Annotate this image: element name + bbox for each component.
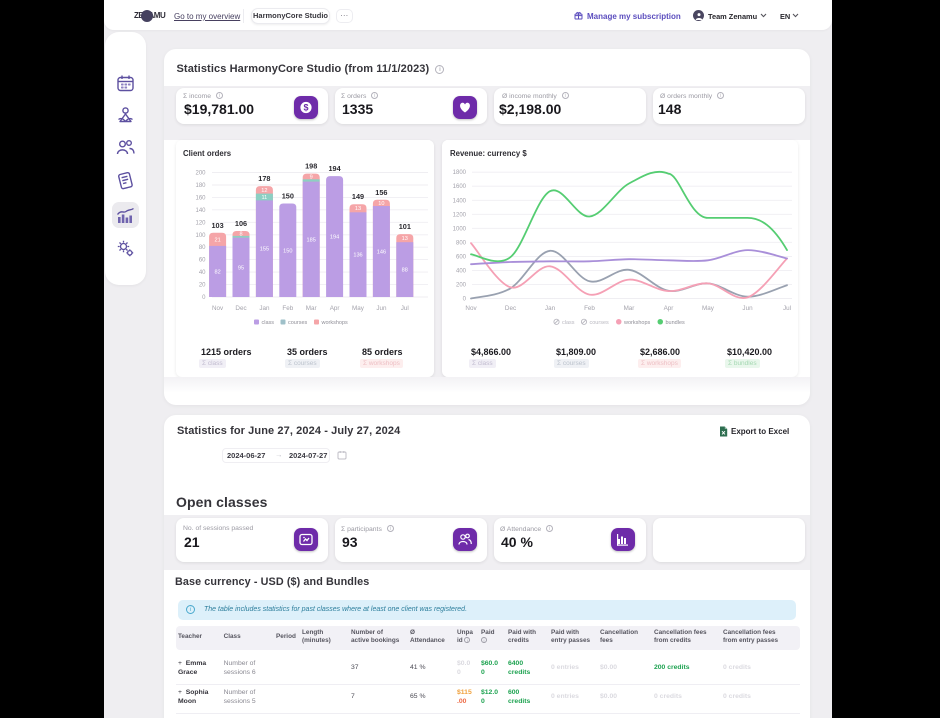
svg-text:103: 103: [212, 221, 224, 230]
svg-text:13: 13: [355, 206, 361, 212]
svg-text:Jul: Jul: [783, 305, 791, 312]
svg-text:194: 194: [329, 164, 342, 173]
svg-text:Apr: Apr: [330, 305, 340, 312]
svg-text:class: class: [562, 320, 575, 326]
svg-text:Jan: Jan: [545, 305, 556, 312]
svg-text:0: 0: [463, 297, 467, 303]
svg-text:88: 88: [402, 268, 408, 274]
svg-text:600: 600: [456, 254, 467, 260]
svg-text:800: 800: [456, 240, 467, 246]
svg-text:1400: 1400: [453, 198, 467, 204]
svg-text:Jan: Jan: [259, 305, 270, 312]
svg-text:courses: courses: [288, 320, 308, 326]
svg-text:136: 136: [353, 253, 362, 259]
svg-text:Mar: Mar: [306, 305, 317, 312]
svg-text:200: 200: [195, 171, 206, 177]
svg-text:8: 8: [239, 232, 242, 238]
svg-text:160: 160: [195, 195, 206, 201]
svg-text:156: 156: [375, 188, 387, 197]
svg-text:149: 149: [352, 192, 364, 201]
svg-text:Feb: Feb: [282, 305, 293, 312]
svg-text:1200: 1200: [453, 212, 467, 218]
svg-text:Mar: Mar: [624, 305, 635, 312]
svg-text:Nov: Nov: [212, 305, 224, 312]
svg-text:workshops: workshops: [321, 320, 349, 326]
svg-text:200: 200: [456, 282, 467, 288]
svg-text:class: class: [262, 320, 275, 326]
svg-text:1600: 1600: [453, 184, 467, 190]
svg-text:13: 13: [402, 236, 408, 242]
svg-text:178: 178: [258, 174, 270, 183]
svg-text:80: 80: [199, 245, 206, 251]
svg-text:400: 400: [456, 268, 467, 274]
svg-text:21: 21: [214, 237, 220, 243]
svg-text:106: 106: [235, 219, 247, 228]
svg-text:120: 120: [195, 220, 206, 226]
svg-text:146: 146: [377, 250, 386, 256]
svg-text:95: 95: [238, 265, 244, 271]
svg-text:bundles: bundles: [666, 320, 686, 326]
svg-text:82: 82: [214, 270, 220, 276]
svg-text:12: 12: [261, 188, 267, 194]
svg-text:Dec: Dec: [505, 305, 516, 312]
svg-text:Nov: Nov: [465, 305, 477, 312]
svg-text:150: 150: [282, 192, 294, 201]
svg-text:9: 9: [310, 174, 313, 180]
svg-text:194: 194: [330, 235, 339, 241]
svg-text:Jun: Jun: [742, 305, 753, 312]
svg-text:10: 10: [378, 201, 384, 207]
svg-text:May: May: [352, 305, 365, 312]
svg-text:155: 155: [260, 247, 269, 253]
svg-text:100: 100: [195, 233, 206, 239]
svg-text:101: 101: [399, 222, 411, 231]
svg-text:May: May: [702, 305, 715, 312]
svg-text:198: 198: [305, 162, 317, 171]
svg-text:11: 11: [261, 195, 267, 201]
svg-text:workshops: workshops: [623, 320, 651, 326]
svg-text:courses: courses: [590, 320, 610, 326]
svg-text:20: 20: [199, 283, 206, 289]
svg-text:0: 0: [202, 295, 206, 301]
svg-text:Dec: Dec: [235, 305, 246, 312]
svg-text:Jun: Jun: [376, 305, 387, 312]
svg-text:Feb: Feb: [584, 305, 595, 312]
svg-text:1000: 1000: [453, 226, 467, 232]
svg-text:140: 140: [195, 208, 206, 214]
svg-text:180: 180: [195, 183, 206, 189]
svg-text:$: $: [303, 103, 308, 113]
svg-text:185: 185: [307, 237, 316, 243]
svg-text:40: 40: [199, 270, 206, 276]
svg-text:Jul: Jul: [401, 305, 409, 312]
svg-text:60: 60: [199, 258, 206, 264]
svg-text:Apr: Apr: [664, 305, 674, 312]
svg-text:1800: 1800: [453, 170, 467, 176]
svg-text:150: 150: [283, 248, 292, 254]
